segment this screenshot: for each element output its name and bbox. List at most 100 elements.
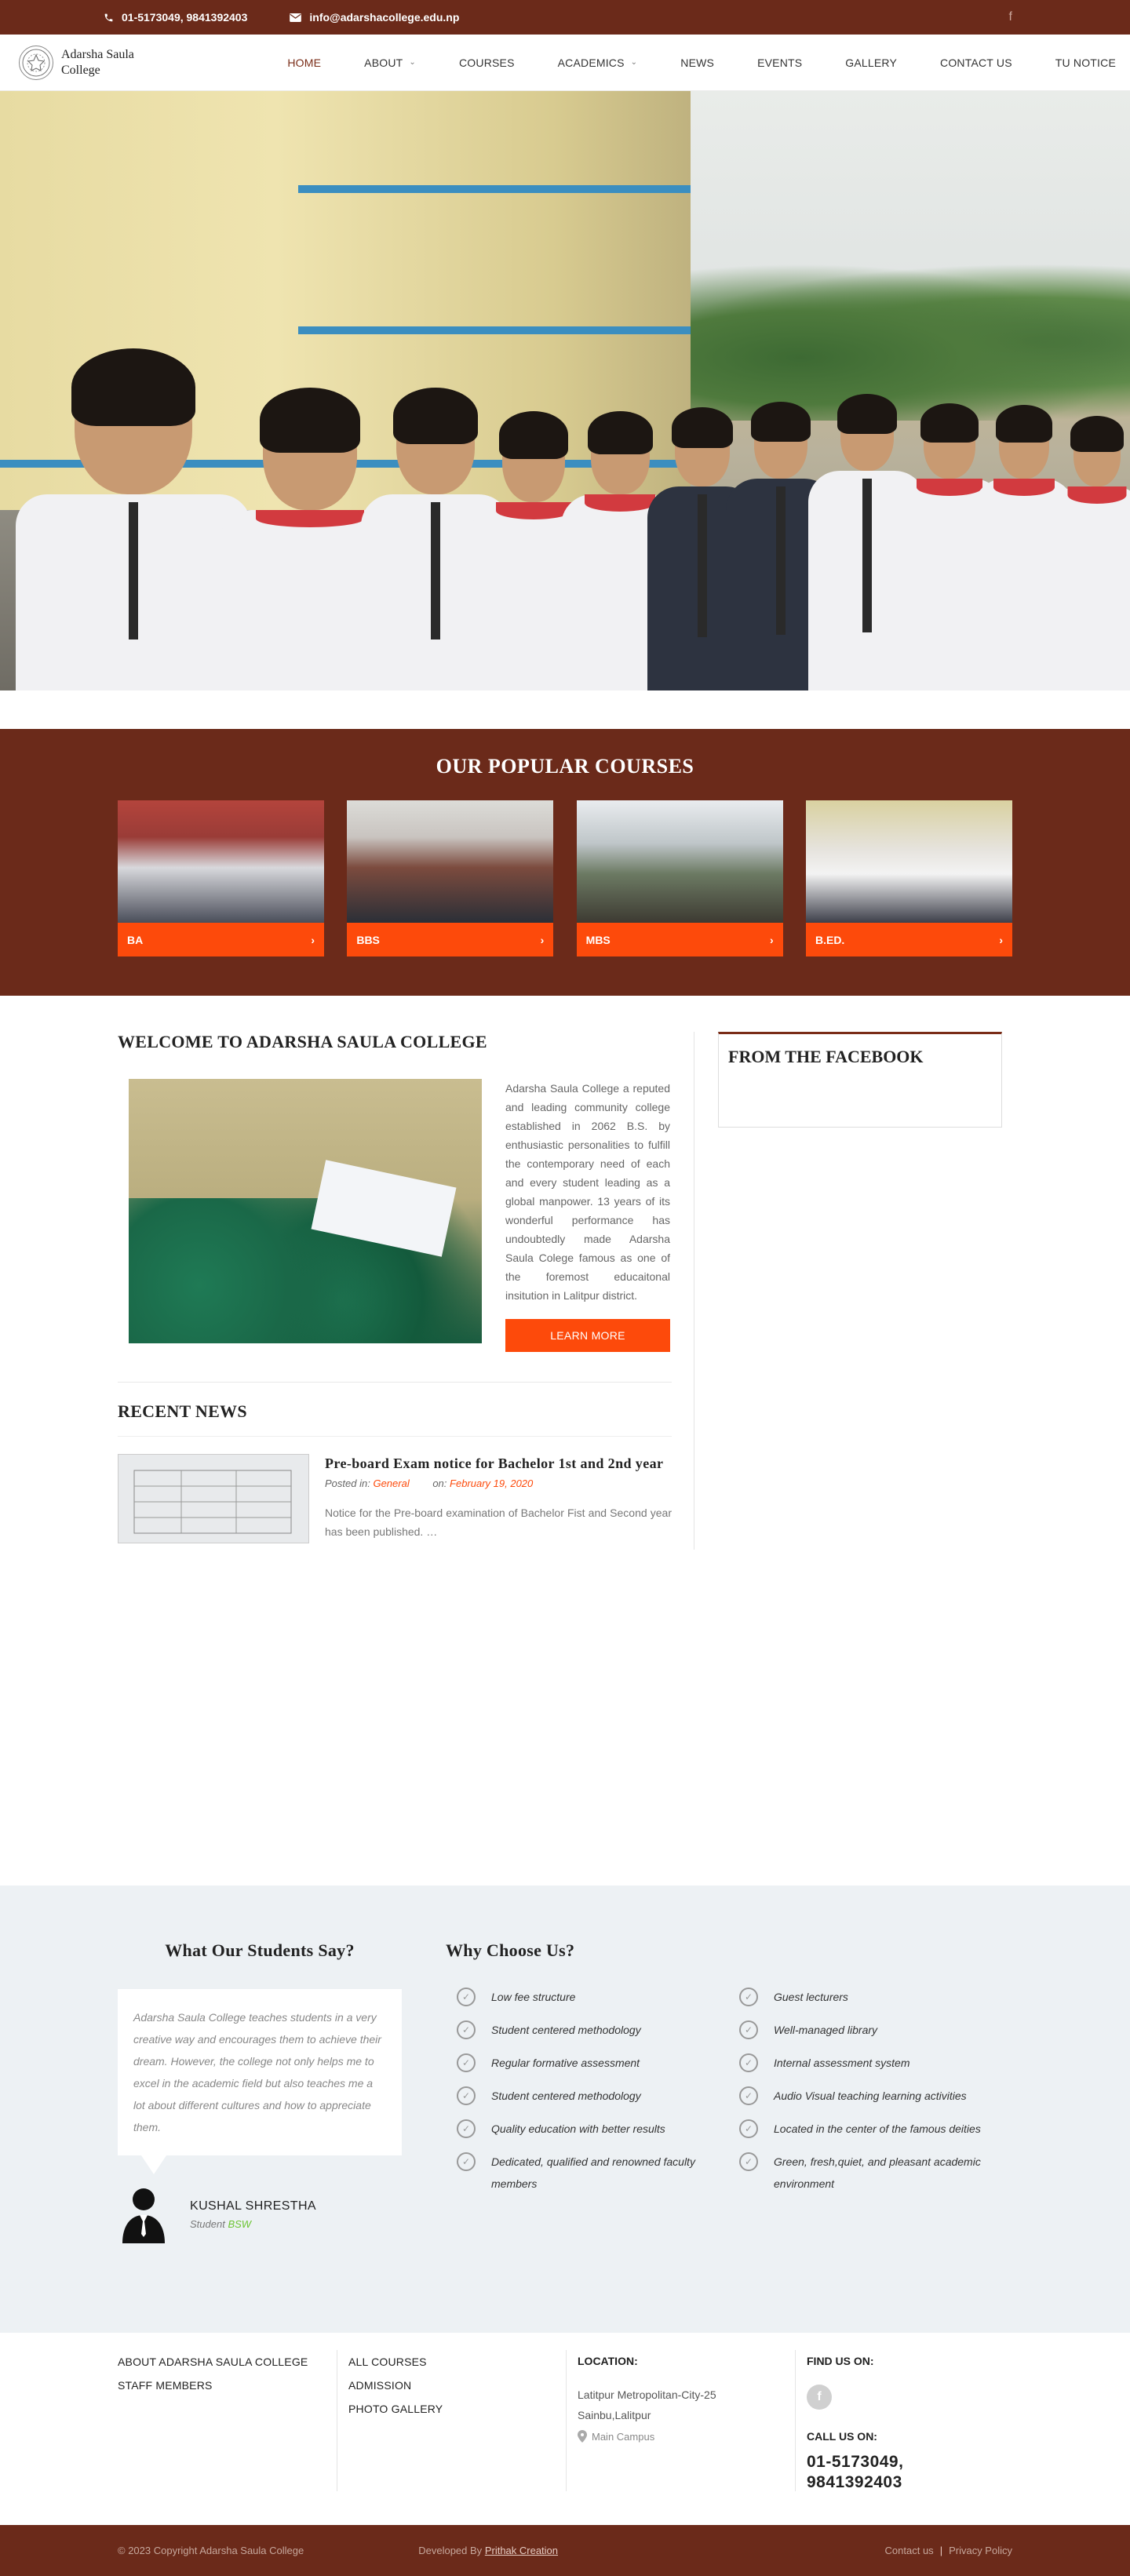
main-content: WELCOME TO ADARSHA SAULA COLLEGE Adarsha… [118, 1032, 1012, 1550]
map-pin-icon [578, 2430, 587, 2443]
course-label: BBS [356, 933, 380, 946]
email-contact[interactable]: info@adarshacollege.edu.np [290, 11, 459, 24]
email-text: info@adarshacollege.edu.np [309, 11, 460, 24]
course-link-bar[interactable]: MBS › [576, 923, 783, 956]
facebook-icon[interactable]: f [807, 2385, 832, 2410]
check-circle-icon: ✓ [457, 1988, 476, 2006]
course-link-bar[interactable]: BBS › [347, 923, 554, 956]
news-meta: Posted in: General on: February 19, 2020 [325, 1477, 672, 1489]
hero-banner-image [0, 91, 1130, 690]
call-us-title: CALL US ON: [807, 2430, 877, 2443]
nav-gallery[interactable]: GALLERY [845, 56, 897, 69]
course-card-bbs[interactable]: BBS › [347, 800, 554, 956]
why-item-text: Green, fresh,quiet, and pleasant academi… [774, 2155, 981, 2190]
check-circle-icon: ✓ [457, 2119, 476, 2138]
why-item: ✓ Low fee structure [457, 1986, 739, 2008]
college-seal-icon [19, 45, 53, 80]
footer-link-staff[interactable]: STAFF MEMBERS [118, 2374, 321, 2397]
chevron-down-icon: ⌄ [409, 58, 416, 67]
footer-phones: 01-5173049, 9841392403 [807, 2453, 904, 2491]
news-date[interactable]: February 19, 2020 [450, 1477, 533, 1489]
logo-line2: College [61, 63, 100, 77]
site-logo[interactable]: Adarsha Saula College [19, 45, 148, 80]
top-contact-bar: 01-5173049, 9841392403 info@adarshacolle… [0, 0, 1130, 35]
why-item: ✓ Quality education with better results [457, 2118, 739, 2140]
logo-line1: Adarsha Saula [61, 47, 134, 61]
footer-link-gallery[interactable]: PHOTO GALLERY [348, 2397, 550, 2421]
course-link-bar[interactable]: BA › [118, 923, 324, 956]
nav-gallery-label: GALLERY [845, 56, 898, 69]
nav-home-label: HOME [287, 56, 322, 69]
course-card-bed[interactable]: B.ED. › [805, 800, 1012, 956]
right-column: FROM THE FACEBOOK [718, 1032, 1002, 1550]
hero-students-group [0, 282, 1130, 690]
why-item-text: Quality education with better results [491, 2122, 665, 2135]
why-title: Why Choose Us? [446, 1940, 575, 1960]
course-photo [118, 800, 324, 923]
why-item: ✓ Located in the center of the famous dei… [739, 2118, 1012, 2140]
role-prefix: Student [190, 2217, 225, 2230]
student-figure [16, 348, 251, 690]
footer-link-courses[interactable]: ALL COURSES [348, 2350, 550, 2374]
testimonials-section: What Our Students Say? Adarsha Saula Col… [0, 1886, 1130, 2333]
developer-link[interactable]: Prithak Creation [485, 2545, 558, 2556]
nav-home[interactable]: HOME [287, 56, 321, 69]
why-item: ✓ Audio Visual teaching learning activiti… [739, 2085, 1012, 2107]
learn-more-button[interactable]: LEARN MORE [505, 1319, 670, 1352]
separator: | [939, 2545, 943, 2556]
footer-contact: FIND US ON: f CALL US ON: 01-5173049, 98… [796, 2350, 1012, 2491]
nav-tu-notice-label: TU NOTICE [1055, 56, 1116, 69]
news-category-link[interactable]: General [373, 1477, 409, 1489]
courses-title: OUR POPULAR COURSES [436, 755, 694, 778]
footer-link-admission[interactable]: ADMISSION [348, 2374, 550, 2397]
news-excerpt: Notice for the Pre-board examination of … [325, 1507, 672, 1538]
nav-academics[interactable]: ACADEMICS ⌄ [558, 56, 638, 69]
course-card-mbs[interactable]: MBS › [576, 800, 783, 956]
testimonial-title: What Our Students Say? [165, 1940, 355, 1960]
chevron-right-icon: › [999, 933, 1003, 946]
nav-contact-label: CONTACT US [940, 56, 1012, 69]
user-silhouette-icon [122, 2188, 165, 2243]
why-item: ✓ Well-managed library [739, 2019, 1012, 2041]
chevron-right-icon: › [769, 933, 774, 946]
college-name: Adarsha Saula College [61, 47, 148, 78]
news-thumbnail[interactable] [118, 1454, 309, 1543]
check-circle-icon: ✓ [739, 2119, 758, 2138]
nav-courses[interactable]: COURSES [459, 56, 515, 69]
course-photo [805, 800, 1012, 923]
welcome-text: Adarsha Saula College a reputed and lead… [505, 1082, 670, 1302]
address-text: Latitpur Metropolitan-City-25 Sainbu,Lal… [578, 2388, 716, 2421]
find-us-title: FIND US ON: [807, 2355, 874, 2367]
course-link-bar[interactable]: B.ED. › [805, 923, 1012, 956]
why-item-text: Guest lecturers [774, 1991, 848, 2003]
student-testimonial: What Our Students Say? Adarsha Saula Col… [118, 1940, 402, 2243]
why-item-text: Low fee structure [491, 1991, 576, 2003]
footer-link-about[interactable]: ABOUT ADARSHA SAULA COLLEGE [118, 2350, 321, 2374]
course-card-ba[interactable]: BA › [118, 800, 324, 956]
why-item: ✓ Student centered methodology [457, 2019, 739, 2041]
news-headline[interactable]: Pre-board Exam notice for Bachelor 1st a… [325, 1454, 672, 1473]
nav-about[interactable]: ABOUT ⌄ [364, 56, 416, 69]
testimonial-author: KUSHAL SHRESTHA Student BSW [118, 2185, 402, 2243]
site-footer: ABOUT ADARSHA SAULA COLLEGE STAFF MEMBER… [0, 2333, 1130, 2525]
facebook-icon[interactable]: f [1009, 10, 1012, 24]
nav-about-label: ABOUT [364, 56, 403, 69]
chevron-right-icon: › [540, 933, 545, 946]
why-list: ✓ Low fee structure ✓ Guest lecturers ✓ Stu… [446, 1986, 1012, 2206]
phone-contact[interactable]: 01-5173049, 9841392403 [104, 11, 247, 24]
why-item-text: Located in the center of the famous deit… [774, 2122, 981, 2135]
nav-tu-notice[interactable]: TU NOTICE [1055, 56, 1116, 69]
course-label: BA [127, 933, 144, 946]
footer-location: LOCATION: Latitpur Metropolitan-City-25 … [567, 2350, 796, 2491]
contact-us-link[interactable]: Contact us [885, 2545, 934, 2556]
nav-contact[interactable]: CONTACT US [940, 56, 1012, 69]
nav-news[interactable]: NEWS [680, 56, 714, 69]
course-label: B.ED. [815, 933, 845, 946]
nav-events[interactable]: EVENTS [757, 56, 802, 69]
popular-courses-section: OUR POPULAR COURSES BA › BBS › MBS › B.ED. › [0, 729, 1130, 996]
why-item: ✓ Regular formative assessment [457, 2052, 739, 2074]
privacy-policy-link[interactable]: Privacy Policy [949, 2545, 1012, 2556]
menu: HOME ABOUT ⌄ COURSES ACADEMICS ⌄ NEWS EVEN… [244, 56, 1116, 69]
left-column: WELCOME TO ADARSHA SAULA COLLEGE Adarsha… [118, 1032, 694, 1550]
check-circle-icon: ✓ [457, 2152, 476, 2171]
